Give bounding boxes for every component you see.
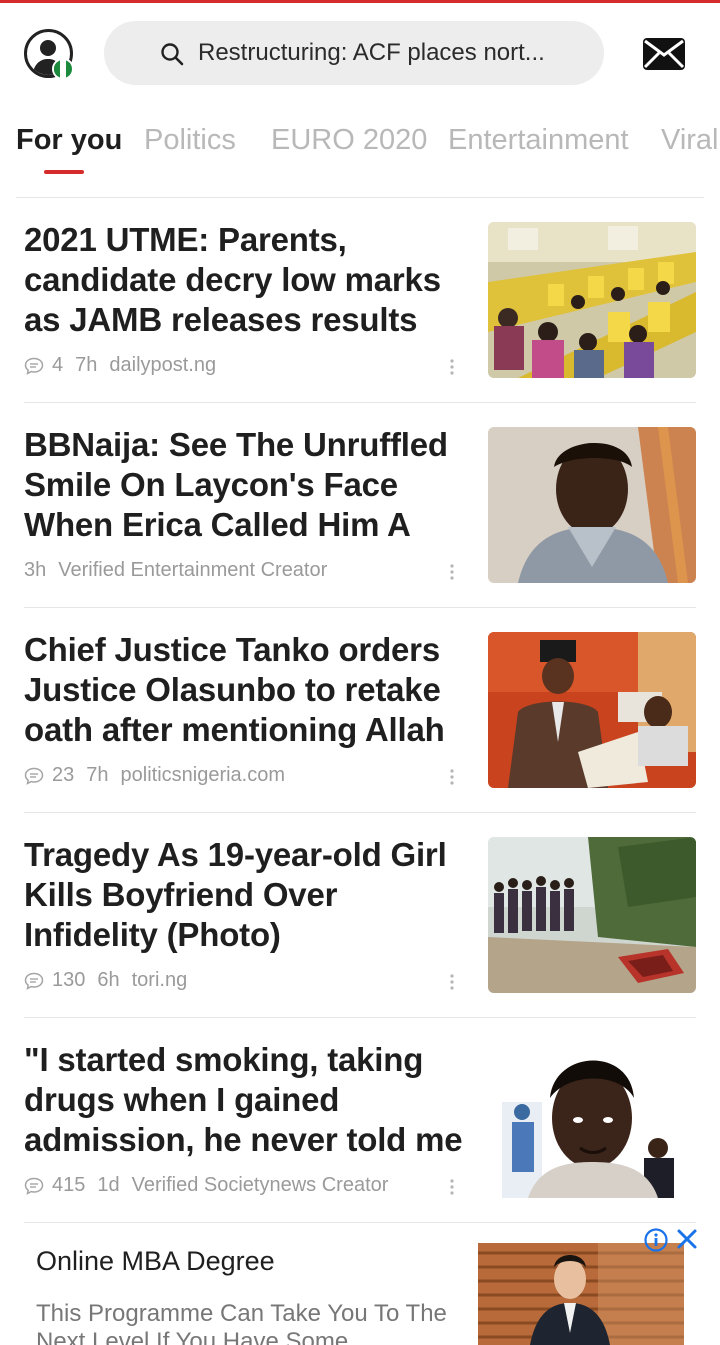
comment-count: 23 (52, 764, 75, 786)
more-options-icon[interactable] (450, 359, 454, 375)
active-tab-indicator (44, 170, 84, 174)
ad-title[interactable]: Online MBA Degree (36, 1246, 275, 1277)
nigeria-flag-icon (52, 58, 74, 80)
search-suggestion-text: Restructuring: ACF places nort... (198, 39, 545, 66)
article-source: Verified Entertainment Creator (58, 559, 328, 581)
oath-ceremony-photo (488, 632, 696, 788)
woman-portrait-photo (488, 1042, 696, 1198)
more-options-icon[interactable] (450, 564, 454, 580)
search-icon (161, 43, 184, 66)
app-header: Restructuring: ACF places nort... (0, 3, 720, 103)
article-headline[interactable]: 2021 UTME: Parents, candidate decry low … (24, 220, 464, 340)
article-headline[interactable]: "I started smoking, taking drugs when I … (24, 1040, 464, 1160)
article-time: 7h (86, 764, 109, 786)
article-time: 6h (97, 969, 120, 991)
article-headline[interactable]: Tragedy As 19-year-old Girl Kills Boyfri… (24, 835, 464, 955)
flag-stripe-right (66, 60, 72, 78)
article-thumbnail[interactable] (488, 632, 696, 788)
category-tabs: For you Politics EURO 2020 Entertainment… (0, 118, 720, 180)
article-thumbnail[interactable] (488, 1042, 696, 1198)
article-source: tori.ng (131, 969, 188, 991)
comment-count: 415 (52, 1174, 86, 1196)
comment-count: 130 (52, 969, 86, 991)
more-options-icon[interactable] (450, 974, 454, 990)
comment-icon (24, 357, 44, 375)
tab-viral[interactable]: Viral (661, 124, 719, 157)
article-headline[interactable]: BBNaija: See The Unruffled Smile On Layc… (24, 425, 464, 545)
comment-icon (24, 767, 44, 785)
article-meta: 415 1d Verified Societynews Creator (24, 1174, 400, 1197)
article-card[interactable]: "I started smoking, taking drugs when I … (24, 1018, 696, 1223)
comment-icon (24, 972, 44, 990)
crowd-scene-photo (488, 837, 696, 993)
article-thumbnail[interactable] (488, 837, 696, 993)
ad-body[interactable]: This Programme Can Take You To The Next … (36, 1300, 456, 1345)
article-meta: 130 6h tori.ng (24, 969, 199, 992)
tab-for-you[interactable]: For you (16, 124, 122, 157)
search-bar[interactable]: Restructuring: ACF places nort... (104, 21, 604, 85)
ad-image[interactable] (478, 1243, 684, 1345)
article-thumbnail[interactable] (488, 427, 696, 583)
ad-person-photo (478, 1243, 684, 1345)
tab-entertainment[interactable]: Entertainment (448, 124, 629, 157)
comment-count: 4 (52, 354, 64, 376)
article-headline[interactable]: Chief Justice Tanko orders Justice Olasu… (24, 630, 464, 750)
tab-euro-2020[interactable]: EURO 2020 (271, 124, 427, 157)
more-options-icon[interactable] (450, 1179, 454, 1195)
article-card[interactable]: BBNaija: See The Unruffled Smile On Layc… (24, 403, 696, 608)
article-source: politicsnigeria.com (120, 764, 286, 786)
article-card[interactable]: Chief Justice Tanko orders Justice Olasu… (24, 608, 696, 813)
comment-icon (24, 1177, 44, 1195)
article-time: 3h (24, 559, 47, 581)
portrait-photo (488, 427, 696, 583)
article-card[interactable]: 2021 UTME: Parents, candidate decry low … (24, 198, 696, 403)
article-meta: 3h Verified Entertainment Creator (24, 559, 339, 582)
article-source: dailypost.ng (109, 354, 217, 376)
info-icon[interactable] (644, 1228, 668, 1252)
close-icon[interactable] (676, 1228, 698, 1250)
article-meta: 4 7h dailypost.ng (24, 354, 228, 377)
article-card[interactable]: Tragedy As 19-year-old Girl Kills Boyfri… (24, 813, 696, 1018)
article-meta: 23 7h politicsnigeria.com (24, 764, 297, 787)
mail-icon[interactable] (642, 37, 686, 71)
article-time: 1d (97, 1174, 120, 1196)
article-thumbnail[interactable] (488, 222, 696, 378)
more-options-icon[interactable] (450, 769, 454, 785)
article-source: Verified Societynews Creator (131, 1174, 389, 1196)
sponsored-ad[interactable]: Online MBA Degree This Programme Can Tak… (24, 1222, 698, 1345)
tab-politics[interactable]: Politics (144, 124, 236, 157)
exam-hall-photo (488, 222, 696, 378)
article-time: 7h (75, 354, 98, 376)
